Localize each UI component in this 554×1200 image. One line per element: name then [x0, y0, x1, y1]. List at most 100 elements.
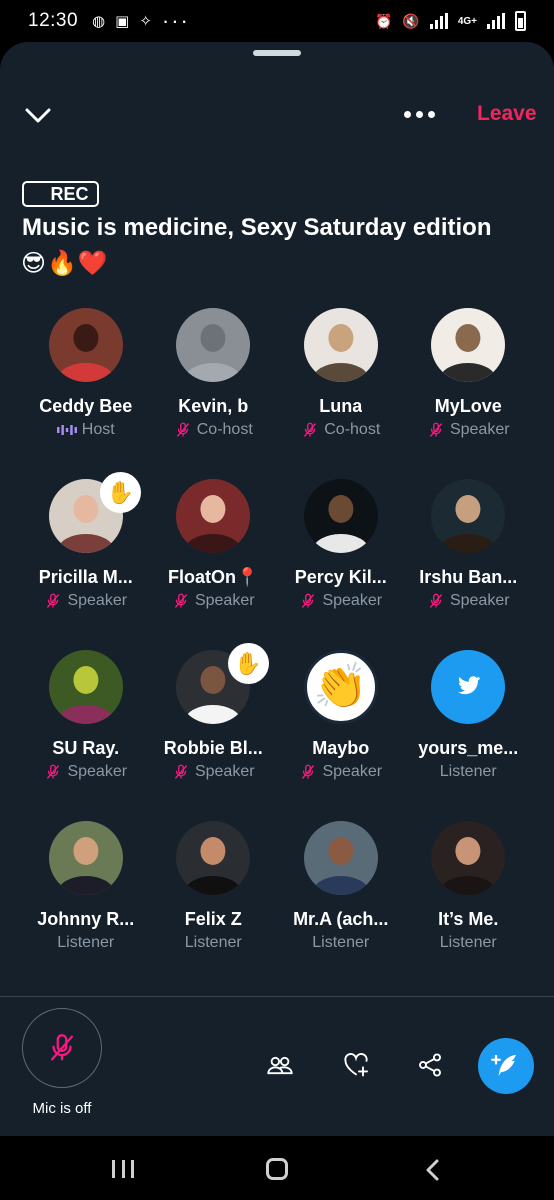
mic-off-icon: [304, 422, 317, 437]
participant-card[interactable]: Irshu Ban... Speaker: [405, 477, 533, 648]
mic-off-icon: [50, 1034, 74, 1061]
participant-card[interactable]: Kevin, b Co-host: [150, 306, 278, 477]
participant-card[interactable]: Luna Co-host: [277, 306, 405, 477]
more-notifications-icon: ···: [161, 8, 190, 33]
participant-name: It’s Me.: [438, 909, 499, 929]
participant-name: SU Ray.: [52, 738, 120, 758]
avatar[interactable]: [176, 308, 251, 382]
participant-role-label: Co-host: [324, 421, 381, 438]
participant-card[interactable]: It’s Me. Listener: [405, 819, 533, 990]
drag-handle[interactable]: [253, 50, 301, 56]
participant-role: Speaker: [172, 763, 255, 781]
avatar[interactable]: [48, 821, 123, 895]
more-options-icon[interactable]: [404, 104, 440, 124]
participant-role: Speaker: [427, 421, 510, 439]
network-type: 4G+: [457, 15, 477, 27]
participant-name: Luna: [319, 396, 363, 416]
system-nav-bar: [0, 1136, 554, 1200]
people-icon[interactable]: [260, 1045, 300, 1085]
avatar[interactable]: [303, 479, 378, 553]
participant-name: Felix Z: [184, 909, 242, 929]
avatar[interactable]: [431, 308, 506, 382]
raised-hand-icon: ✋: [100, 472, 141, 513]
share-icon[interactable]: [410, 1045, 450, 1085]
heart-plus-icon[interactable]: [336, 1045, 376, 1085]
space-title: Music is medicine, Sexy Saturday edition: [22, 214, 492, 241]
participant-role-label: Listener: [184, 934, 242, 951]
participant-role: Speaker: [172, 592, 255, 610]
bottom-divider: [0, 996, 554, 997]
participant-card[interactable]: SU Ray. Speaker: [22, 648, 150, 819]
participant-name: Percy Kil...: [294, 567, 387, 587]
participant-card[interactable]: ✋ Robbie Bl... Speaker: [150, 643, 278, 819]
participant-name: Irshu Ban...: [419, 567, 518, 587]
participant-name: Mr.A (ach...: [293, 909, 389, 929]
participant-role-label: Listener: [439, 763, 497, 780]
participant-card[interactable]: Ceddy Bee Host: [22, 306, 150, 477]
status-bar: 12:30 ◍ ▣ ✧ ··· ⏰ 🔇 4G+: [0, 0, 554, 42]
avatar[interactable]: [48, 650, 123, 724]
mic-off-icon: [430, 593, 442, 608]
space-title-emojis: 😎🔥❤️: [21, 250, 109, 277]
participant-card[interactable]: Percy Kil... Speaker: [277, 477, 405, 648]
participant-role: Speaker: [299, 763, 382, 781]
participant-role-label: Listener: [57, 934, 115, 951]
participant-card[interactable]: yours_me... Listener: [405, 648, 533, 819]
avatar[interactable]: [176, 479, 251, 553]
signal-icon-2: [487, 13, 505, 29]
participant-name: Kevin, b: [178, 396, 249, 416]
compose-button[interactable]: [478, 1038, 534, 1094]
alarm-icon: ⏰: [374, 12, 393, 29]
recording-badge: REC: [22, 181, 99, 207]
mic-toggle-button[interactable]: [22, 1008, 102, 1088]
participant-role-label: Speaker: [194, 763, 255, 780]
participant-role-label: Speaker: [194, 592, 255, 609]
participant-card[interactable]: FloatOn📍 Speaker: [150, 477, 278, 648]
participant-role-label: Host: [81, 421, 115, 438]
participant-name: Pricilla M...: [38, 567, 133, 587]
participant-role-label: Speaker: [322, 592, 383, 609]
participant-role-label: Speaker: [67, 592, 128, 609]
home-button[interactable]: [266, 1158, 288, 1180]
leave-button[interactable]: Leave: [477, 102, 537, 126]
recent-apps-button[interactable]: [112, 1160, 134, 1178]
participant-card[interactable]: ✋ Pricilla M... Speaker: [22, 472, 150, 648]
avatar[interactable]: [176, 821, 251, 895]
collapse-chevron-icon[interactable]: [22, 102, 54, 128]
mic-off-icon: [302, 764, 315, 779]
participant-role: Host: [56, 421, 115, 439]
participant-role: Speaker: [299, 592, 382, 610]
participant-role-label: Speaker: [449, 592, 510, 609]
host-audio-icon: [56, 425, 77, 435]
participant-role-label: Speaker: [322, 763, 383, 780]
avatar[interactable]: [431, 821, 506, 895]
mic-off-icon: [47, 593, 60, 608]
participant-card[interactable]: Mr.A (ach... Listener: [277, 819, 405, 990]
participant-card[interactable]: Felix Z Listener: [150, 819, 278, 990]
participant-card[interactable]: Johnny R... Listener: [22, 819, 150, 990]
avatar[interactable]: [431, 650, 506, 724]
participant-role: Co-host: [174, 421, 253, 439]
raised-hand-icon: ✋: [227, 643, 269, 684]
participant-name: yours_me...: [418, 738, 519, 758]
mic-off-icon: [430, 422, 442, 437]
participant-card[interactable]: MyLove Speaker: [405, 306, 533, 477]
mic-off-icon: [47, 764, 60, 779]
participant-card[interactable]: 👏 Maybo Speaker: [277, 648, 405, 819]
space-sheet: Leave REC Music is medicine, Sexy Saturd…: [0, 42, 554, 1136]
participant-role-label: Listener: [439, 934, 497, 951]
avatar[interactable]: 👏: [303, 650, 378, 724]
avatar[interactable]: [431, 479, 506, 553]
participant-role: Listener: [440, 934, 497, 952]
back-button[interactable]: [422, 1158, 444, 1182]
participant-role-label: Speaker: [449, 421, 510, 438]
avatar[interactable]: [303, 308, 378, 382]
notification-icons: ◍ ▣ ✧ ···: [92, 10, 190, 32]
globe-icon: ◍: [92, 13, 106, 30]
avatar[interactable]: [48, 308, 123, 382]
shop-bag-icon: ▣: [115, 13, 130, 30]
participant-role: Listener: [185, 934, 242, 952]
participant-role: Speaker: [44, 763, 127, 781]
avatar[interactable]: [303, 821, 378, 895]
mic-off-icon: [175, 764, 187, 779]
